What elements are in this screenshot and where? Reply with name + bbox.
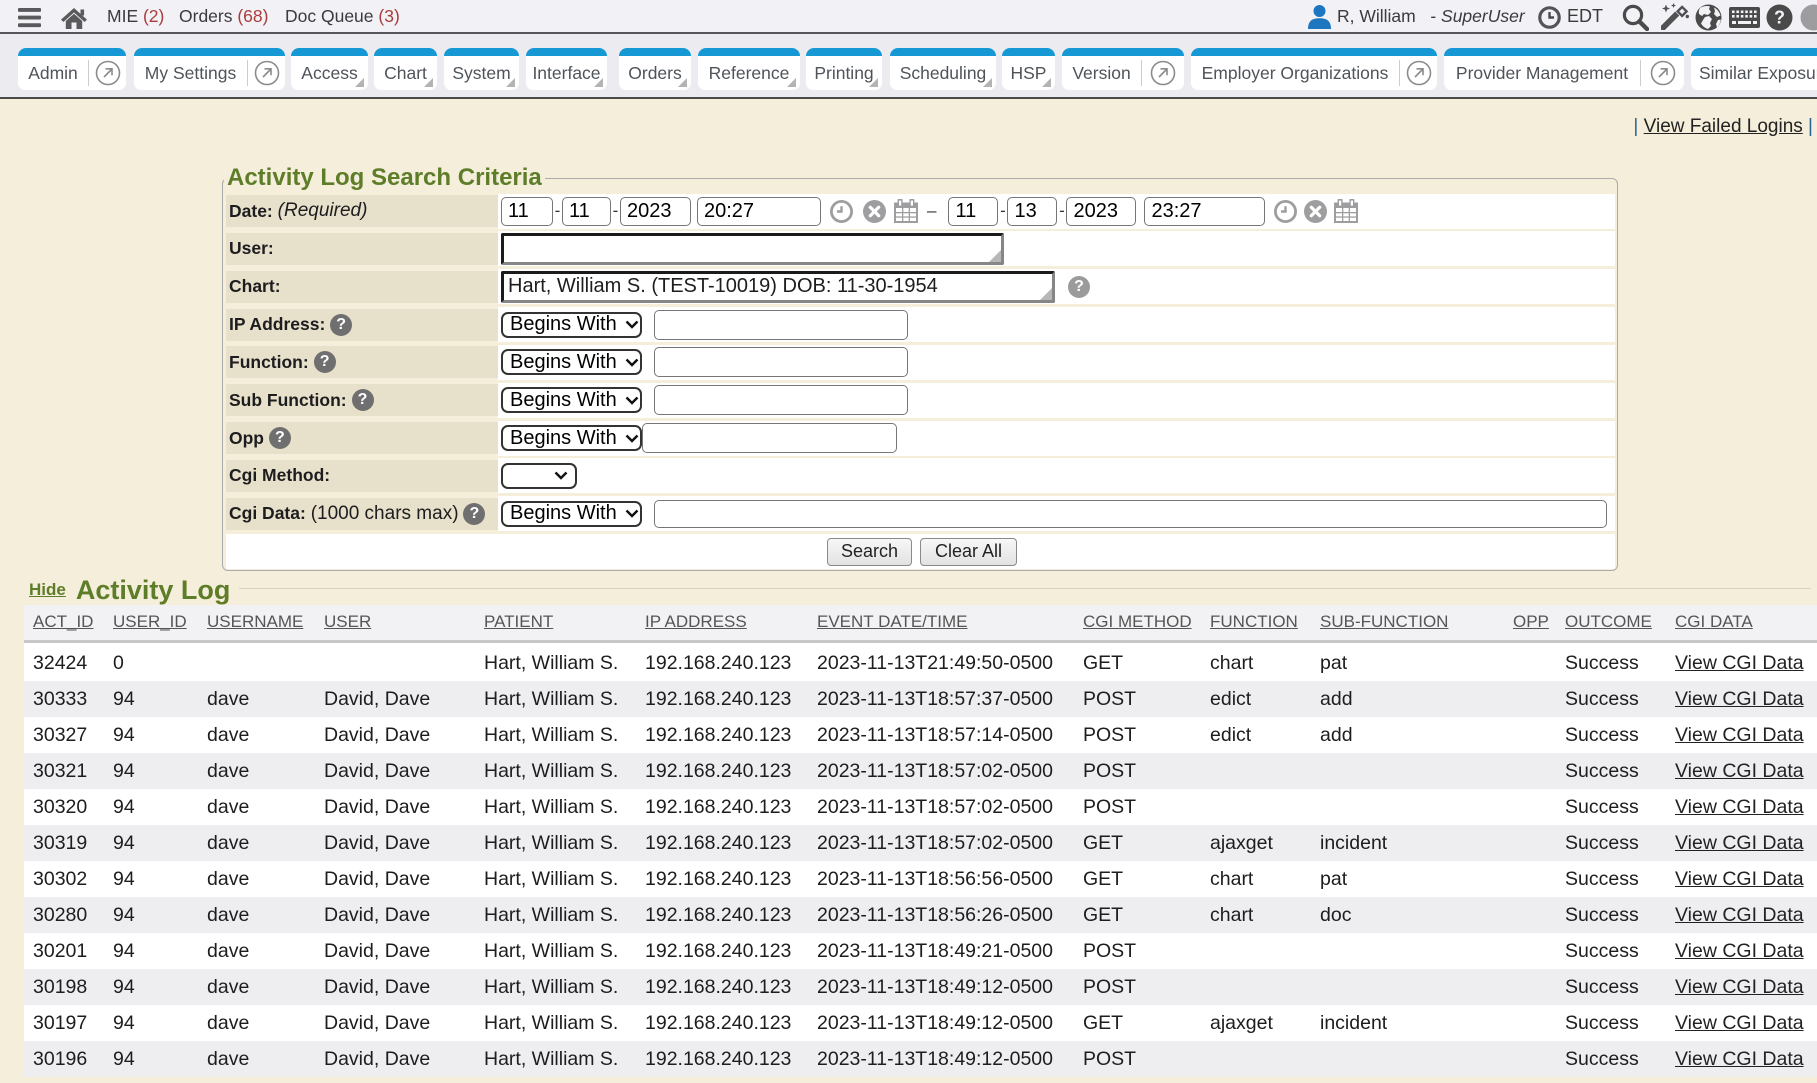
- svg-text:?: ?: [1774, 8, 1785, 28]
